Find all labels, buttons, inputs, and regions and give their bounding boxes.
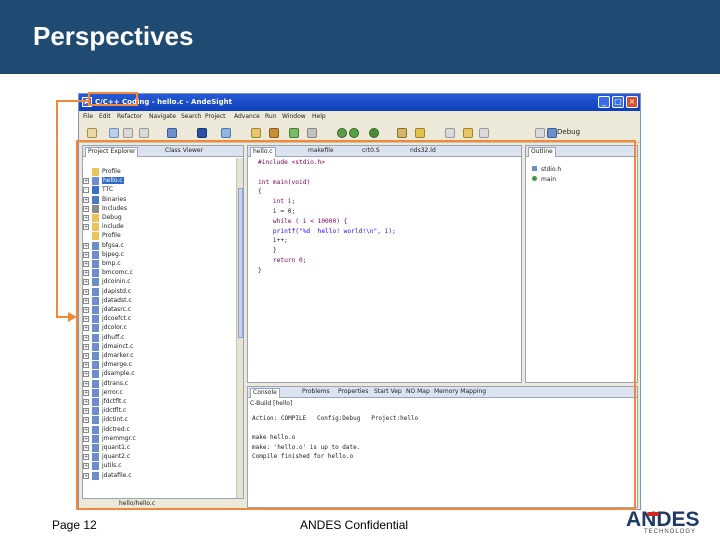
menu-edit[interactable]: Edit [99,113,111,120]
build-icon[interactable] [167,128,177,138]
tool-icon[interactable] [269,128,279,138]
debug-icon[interactable] [337,128,347,138]
debug-perspective-icon[interactable] [547,128,557,138]
forward-icon[interactable] [479,128,489,138]
menu-file[interactable]: File [83,113,93,120]
menu-navigate[interactable]: Navigate [149,113,176,120]
run-icon[interactable] [349,128,359,138]
menu-refactor[interactable]: Refactor [117,113,142,120]
target-icon[interactable] [221,128,231,138]
menu-run[interactable]: Run [265,113,277,120]
menu-advance[interactable]: Advance [234,113,260,120]
title-highlight-box [88,92,138,106]
check-icon[interactable] [289,128,299,138]
andes-logo: ANDES TECHNOLOGY [620,508,715,538]
external-tools-icon[interactable] [369,128,379,138]
minimize-button[interactable]: _ [598,96,610,108]
workbench-highlight-box [76,140,636,510]
menu-window[interactable]: Window [282,113,306,120]
next-annotation-icon[interactable] [445,128,455,138]
arrow-vertical-segment [56,100,58,318]
open-perspective-icon[interactable] [535,128,545,138]
perspective-label[interactable]: Debug [557,128,580,136]
search-icon[interactable] [397,128,407,138]
menu-search[interactable]: Search [181,113,202,120]
logo-swoosh-icon [647,512,659,516]
slide-header: Perspectives [0,0,720,74]
save-all-icon[interactable] [123,128,133,138]
arrow-head-icon [68,312,77,322]
new-icon[interactable] [87,128,97,138]
logo-subtitle: TECHNOLOGY [644,529,697,535]
menu-bar: File Edit Refactor Navigate Search Proje… [79,111,640,124]
slide-title: Perspectives [33,21,194,51]
andesight-icon[interactable] [197,128,207,138]
print-icon[interactable] [139,128,149,138]
menu-help[interactable]: Help [312,113,326,120]
back-icon[interactable] [463,128,473,138]
page-number: Page 12 [52,518,97,532]
maximize-button[interactable]: □ [612,96,624,108]
menu-project[interactable]: Project [205,113,226,120]
confidential-label: ANDES Confidential [300,518,409,532]
save-icon[interactable] [109,128,119,138]
pencil-icon[interactable] [415,128,425,138]
arrow-top-segment [56,100,90,102]
close-button[interactable]: × [626,96,638,108]
ide-title-bar: A C/C++ Coding - hello.c - AndeSight _ □… [79,94,640,111]
wrench-icon[interactable] [307,128,317,138]
open-type-icon[interactable] [251,128,261,138]
